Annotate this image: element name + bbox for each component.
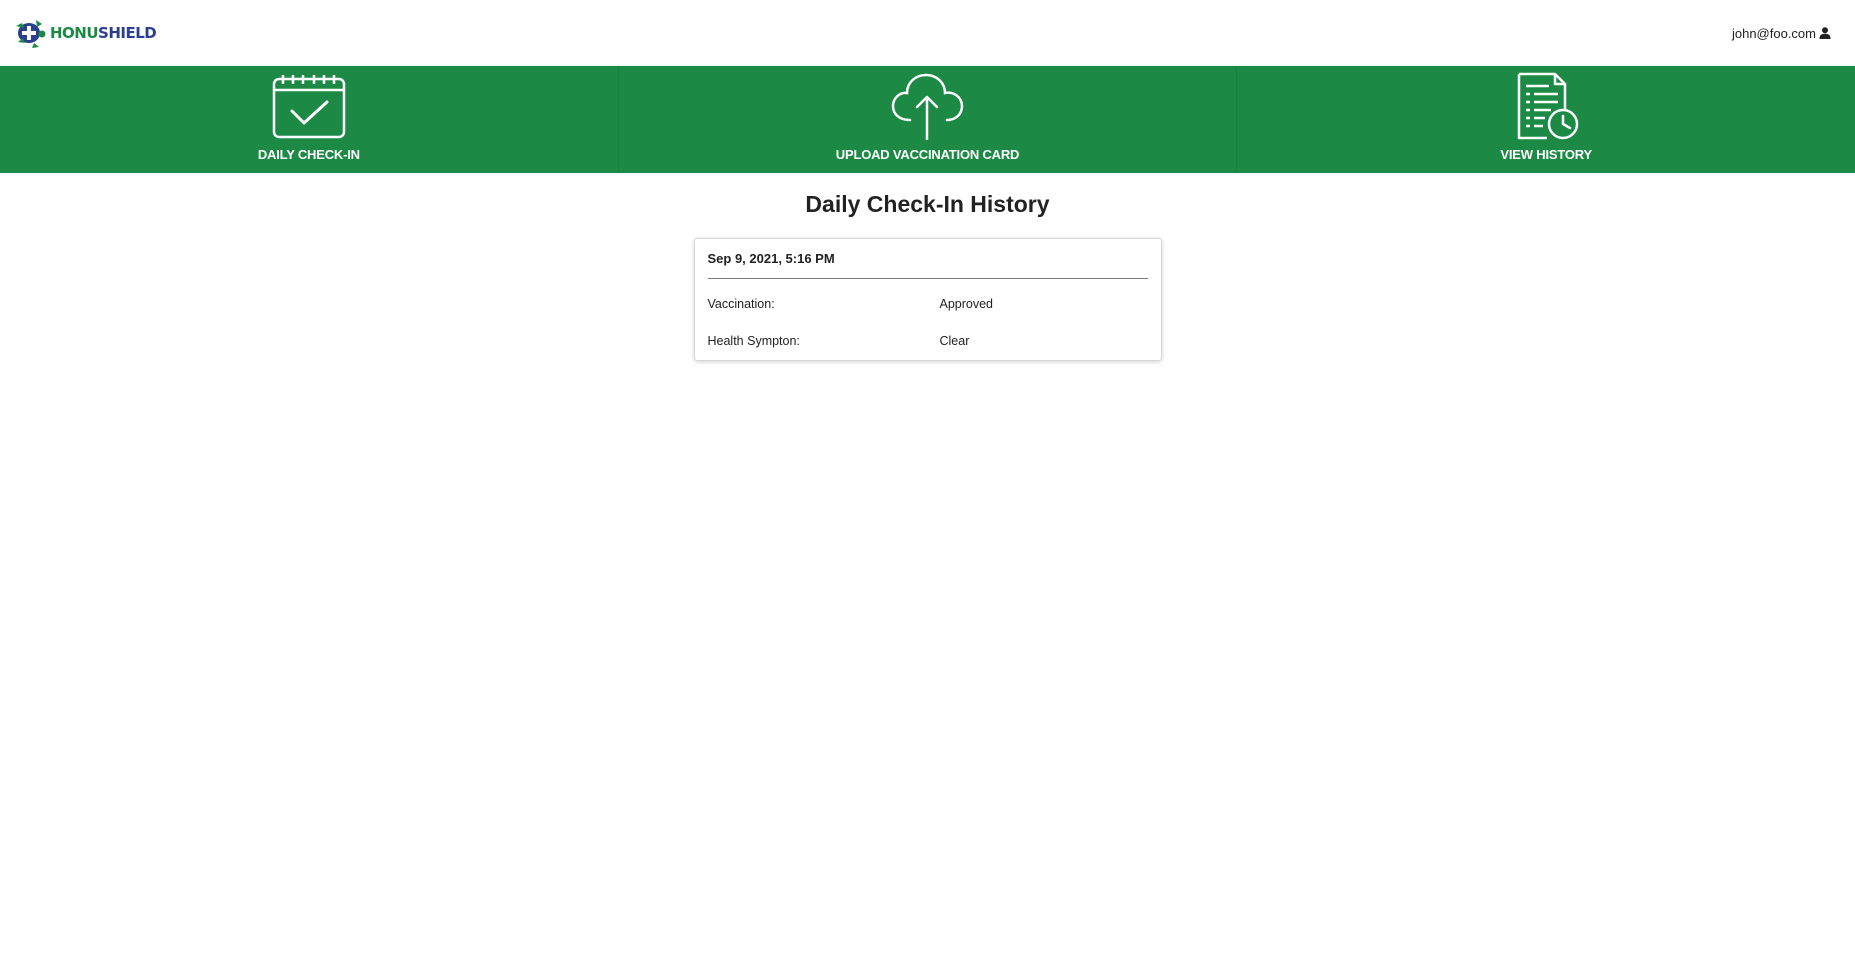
cloud-upload-icon [890, 70, 966, 145]
nav-label-view-history: VIEW HISTORY [1500, 147, 1592, 162]
check-in-history-card: Sep 9, 2021, 5:16 PM Vaccination: Approv… [693, 238, 1162, 361]
logo-text-honu: HONU [50, 24, 99, 42]
vaccination-value: Approved [939, 297, 994, 311]
health-symptom-value: Clear [939, 334, 970, 348]
turtle-shield-icon [12, 16, 48, 50]
nav-view-history[interactable]: VIEW HISTORY [1236, 66, 1855, 173]
user-icon [1819, 27, 1831, 39]
logo-text-shield: SHIELD [98, 24, 157, 42]
main-nav: DAILY CHECK-IN UPLOAD VACCINATION CARD V… [0, 66, 1855, 173]
honushield-logo[interactable]: HONUSHIELD [12, 16, 157, 50]
page-title: Daily Check-In History [805, 191, 1050, 217]
main-content: Daily Check-In History Sep 9, 2021, 5:16… [0, 173, 1855, 361]
vaccination-row: Vaccination: Approved [708, 297, 1148, 311]
nav-label-daily-check-in: DAILY CHECK-IN [257, 147, 360, 162]
calendar-check-icon [271, 74, 347, 145]
health-symptom-label: Health Sympton: [707, 334, 800, 348]
top-header: HONUSHIELD john@foo.com [0, 0, 1855, 66]
nav-daily-check-in[interactable]: DAILY CHECK-IN [0, 66, 618, 173]
health-symptom-row: Health Sympton: Clear [708, 334, 1148, 348]
logo-text: HONUSHIELD [50, 24, 157, 42]
vaccination-label: Vaccination: [707, 297, 775, 311]
nav-label-upload-vaccination-card: UPLOAD VACCINATION CARD [835, 147, 1020, 162]
check-in-date: Sep 9, 2021, 5:16 PM [707, 251, 1148, 279]
user-email: john@foo.com [1731, 25, 1816, 41]
document-clock-icon [1511, 72, 1581, 145]
nav-upload-vaccination-card[interactable]: UPLOAD VACCINATION CARD [617, 66, 1237, 173]
user-menu[interactable]: john@foo.com [1732, 26, 1831, 41]
